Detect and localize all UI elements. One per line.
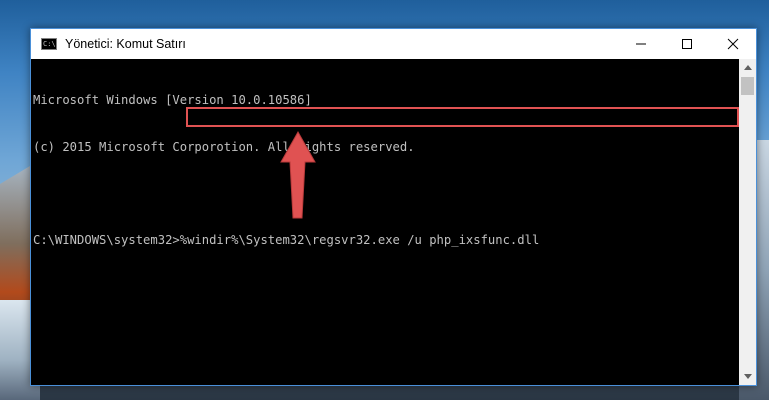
scroll-up-icon xyxy=(743,65,752,70)
console-line-command: C:\WINDOWS\system32>%windir%\System32\re… xyxy=(33,232,540,247)
maximize-button[interactable] xyxy=(664,29,710,59)
console-line-copyright: (c) 2015 Microsoft Corporotion. All righ… xyxy=(33,139,415,154)
minimize-button[interactable] xyxy=(618,29,664,59)
close-button[interactable] xyxy=(710,29,756,59)
title-bar[interactable]: C:\ Yönetici: Komut Satırı xyxy=(31,29,756,59)
command-prompt-window[interactable]: C:\ Yönetici: Komut Satırı Microsoft Win… xyxy=(30,28,757,386)
window-controls xyxy=(618,29,756,59)
command-highlight-box xyxy=(186,107,739,127)
cmd-icon: C:\ xyxy=(41,38,57,50)
scrollbar-thumb[interactable] xyxy=(741,77,754,95)
up-arrow-icon xyxy=(280,130,316,219)
close-icon xyxy=(727,38,739,50)
vertical-scrollbar[interactable] xyxy=(739,59,756,385)
scroll-down-icon xyxy=(743,374,752,379)
scroll-up-button[interactable] xyxy=(739,59,756,76)
maximize-icon xyxy=(682,39,692,49)
scroll-down-button[interactable] xyxy=(739,368,756,385)
minimize-icon xyxy=(636,43,646,45)
window-title: Yönetici: Komut Satırı xyxy=(65,37,186,51)
